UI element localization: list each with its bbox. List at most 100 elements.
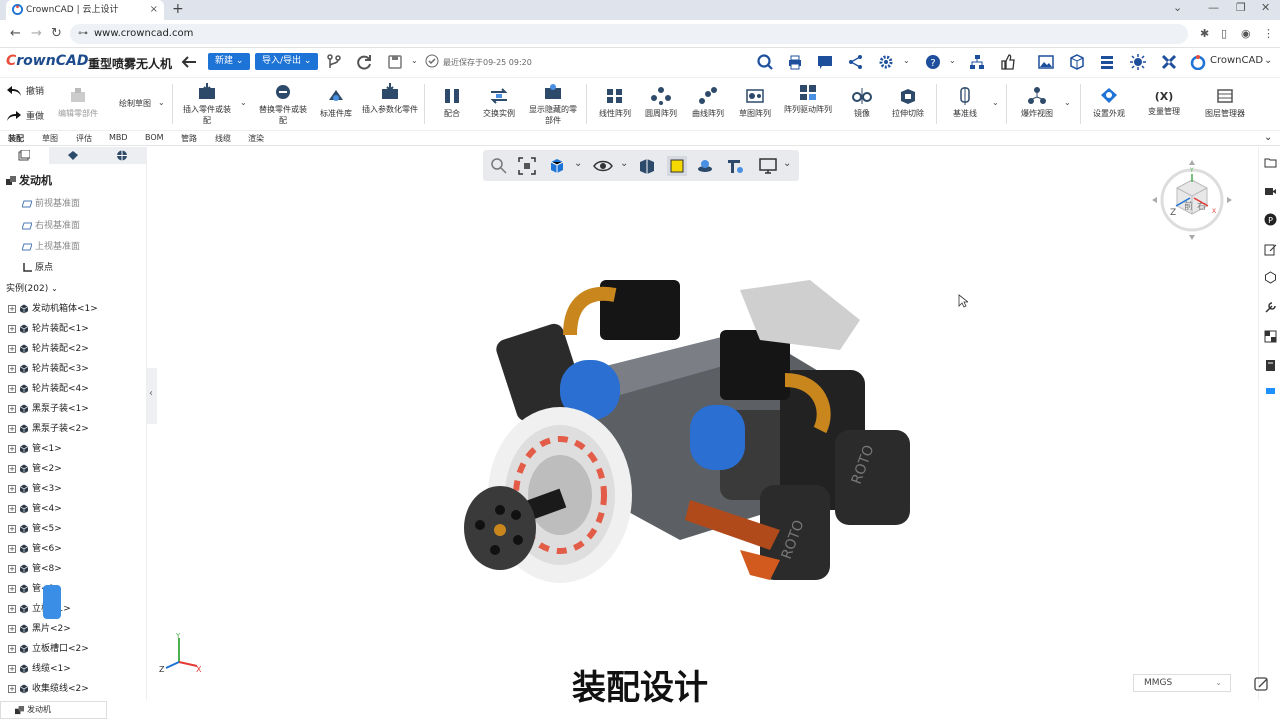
std-lib-button[interactable]: 标准件库 (314, 86, 358, 119)
image-icon[interactable] (1037, 53, 1055, 71)
collapse-panel-button[interactable]: ‹ (147, 368, 157, 424)
help-dropdown-icon[interactable]: ⌄ (949, 56, 956, 65)
tree-item[interactable]: + 管<1> (8, 441, 62, 454)
units-select[interactable]: MMGS ⌄ (1133, 674, 1231, 692)
expand-icon[interactable]: + (8, 504, 16, 513)
checker-icon[interactable] (1264, 330, 1277, 343)
feedback-icon[interactable] (1253, 675, 1271, 693)
search-icon[interactable] (756, 53, 774, 71)
save-icon[interactable] (386, 53, 404, 71)
shaded-mode-icon[interactable] (667, 156, 687, 176)
sun-icon[interactable] (1129, 53, 1147, 71)
monitor-dropdown-icon[interactable]: ⌄ (783, 158, 791, 169)
sketch-array-button[interactable]: 草图阵列 (734, 86, 776, 119)
panel-tab-tree[interactable] (0, 147, 49, 164)
tree-item[interactable]: + 轮片装配<4> (8, 381, 89, 394)
panel-tab-globe[interactable] (98, 147, 147, 164)
show-hidden-button[interactable]: 显示隐藏的零部件 (526, 82, 580, 126)
plane-top[interactable]: 上视基准面 (22, 239, 80, 252)
tab-render[interactable]: 渲染 (248, 133, 264, 144)
wrench-icon[interactable] (1264, 301, 1277, 314)
brand-dropdown-icon[interactable]: ⌄ (1264, 55, 1272, 66)
extensions-icon[interactable]: ✱ (1200, 24, 1209, 44)
parking-icon[interactable]: P (1264, 213, 1277, 226)
tab-sketch[interactable]: 草图 (42, 133, 58, 144)
navigation-view-cube[interactable]: 前 右 Y Z X (1150, 158, 1234, 242)
panel-tab-config[interactable] (49, 147, 98, 164)
save-dropdown-icon[interactable]: ⌄ (411, 56, 418, 65)
settings-gear-icon[interactable] (877, 53, 895, 71)
render-tool-icon[interactable] (725, 156, 745, 176)
expand-icon[interactable]: + (8, 384, 16, 393)
ref-line-button[interactable]: 基准线 (944, 86, 986, 119)
document-tab[interactable]: 发动机 (0, 701, 107, 719)
share-icon[interactable] (847, 53, 865, 71)
model-box-icon[interactable] (1068, 53, 1086, 71)
tree-item[interactable]: + 轮片装配<3> (8, 361, 89, 374)
tab-piping[interactable]: 管路 (181, 133, 197, 144)
expand-icon[interactable]: + (8, 564, 16, 573)
tree-item[interactable]: + 轮片装配<1> (8, 321, 89, 334)
minimize-icon[interactable]: ⌄ (1173, 0, 1182, 16)
engine-3d-model[interactable]: ROTO ROTO (450, 260, 920, 600)
sketch-button[interactable]: 绘制草图 (110, 98, 160, 109)
linear-array-button[interactable]: 线性阵列 (594, 86, 636, 119)
tree-item[interactable]: + 管<8> (8, 561, 62, 574)
new-button[interactable]: 新建 ⌄ (208, 53, 251, 70)
cube-icon[interactable] (1264, 271, 1277, 284)
fit-view-icon[interactable] (517, 156, 537, 176)
tree-item[interactable]: + 管<3> (8, 481, 62, 494)
tree-item[interactable]: + 发动机箱体<1> (8, 301, 98, 314)
close-tab-icon[interactable]: × (150, 0, 158, 20)
tree-item[interactable]: + 管<4> (8, 501, 62, 514)
mate-button[interactable]: 配合 (432, 86, 472, 119)
undo-button[interactable]: 撤销 (6, 84, 44, 97)
drag-handle[interactable] (43, 585, 61, 619)
zoom-icon[interactable] (489, 156, 509, 176)
new-tab-button[interactable]: + (172, 0, 184, 19)
expand-icon[interactable]: + (8, 584, 16, 593)
instances-header[interactable]: 实例(202) ⌄ (6, 281, 58, 294)
var-mgr-button[interactable]: (X) 变量管理 (1142, 88, 1186, 117)
extrude-cut-button[interactable]: 拉伸切除 (886, 86, 930, 119)
expand-icon[interactable]: + (8, 624, 16, 633)
view-cube-icon[interactable] (547, 156, 567, 176)
plane-right[interactable]: 右视基准面 (22, 218, 80, 231)
forward-icon[interactable]: → (31, 24, 42, 44)
profile-icon[interactable]: ◉ (1241, 24, 1251, 44)
layer-mgr-button[interactable]: 图层管理器 (1198, 86, 1252, 119)
sidepanel-icon[interactable]: ▯ (1221, 24, 1227, 44)
expand-icon[interactable]: + (8, 604, 16, 613)
browser-tab[interactable]: CrownCAD | 云上设计 × (6, 0, 164, 20)
browser-menu-icon[interactable]: ⋮ (1263, 24, 1274, 44)
comment-icon[interactable] (816, 53, 834, 71)
visibility-eye-icon[interactable] (593, 156, 613, 176)
ref-line-dropdown-icon[interactable]: ⌄ (992, 98, 999, 107)
section-view-icon[interactable] (637, 156, 657, 176)
curve-array-button[interactable]: 曲线阵列 (686, 86, 730, 119)
expand-icon[interactable]: + (8, 484, 16, 493)
visibility-dropdown-icon[interactable]: ⌄ (620, 158, 628, 169)
expand-icon[interactable]: + (8, 464, 16, 473)
expand-icon[interactable]: + (8, 444, 16, 453)
import-export-button[interactable]: 导入/导出 ⌄ (255, 53, 319, 70)
tab-evaluate[interactable]: 评估 (76, 133, 92, 144)
tab-cable[interactable]: 线缆 (215, 133, 231, 144)
driven-array-button[interactable]: 阵列驱动阵列 (780, 82, 836, 115)
insert-param-button[interactable]: 插入参数化零件 (362, 82, 418, 115)
explode-view-button[interactable]: 爆炸视图 (1014, 86, 1060, 119)
tree-item[interactable]: + 立板槽口<2> (8, 641, 89, 654)
layers-icon[interactable] (1098, 53, 1116, 71)
monitor-icon[interactable] (758, 156, 778, 176)
tree-item[interactable]: +立板<1> (8, 601, 71, 614)
url-input[interactable]: ⊶ www.crowncad.com (70, 24, 1188, 44)
tree-item[interactable]: + 轮片装配<2> (8, 341, 89, 354)
mirror-button[interactable]: 镜像 (844, 86, 880, 119)
tree-item[interactable]: + 管<2> (8, 461, 62, 474)
swap-instance-button[interactable]: 交换实例 (476, 86, 522, 119)
tree-root[interactable]: 发动机 (6, 172, 52, 188)
cross-tools-icon[interactable] (1160, 53, 1178, 71)
tree-item[interactable]: + 黑泵子装<1> (8, 401, 89, 414)
tree-item[interactable]: + 管<5> (8, 521, 62, 534)
explode-dropdown-icon[interactable]: ⌄ (1064, 98, 1071, 107)
